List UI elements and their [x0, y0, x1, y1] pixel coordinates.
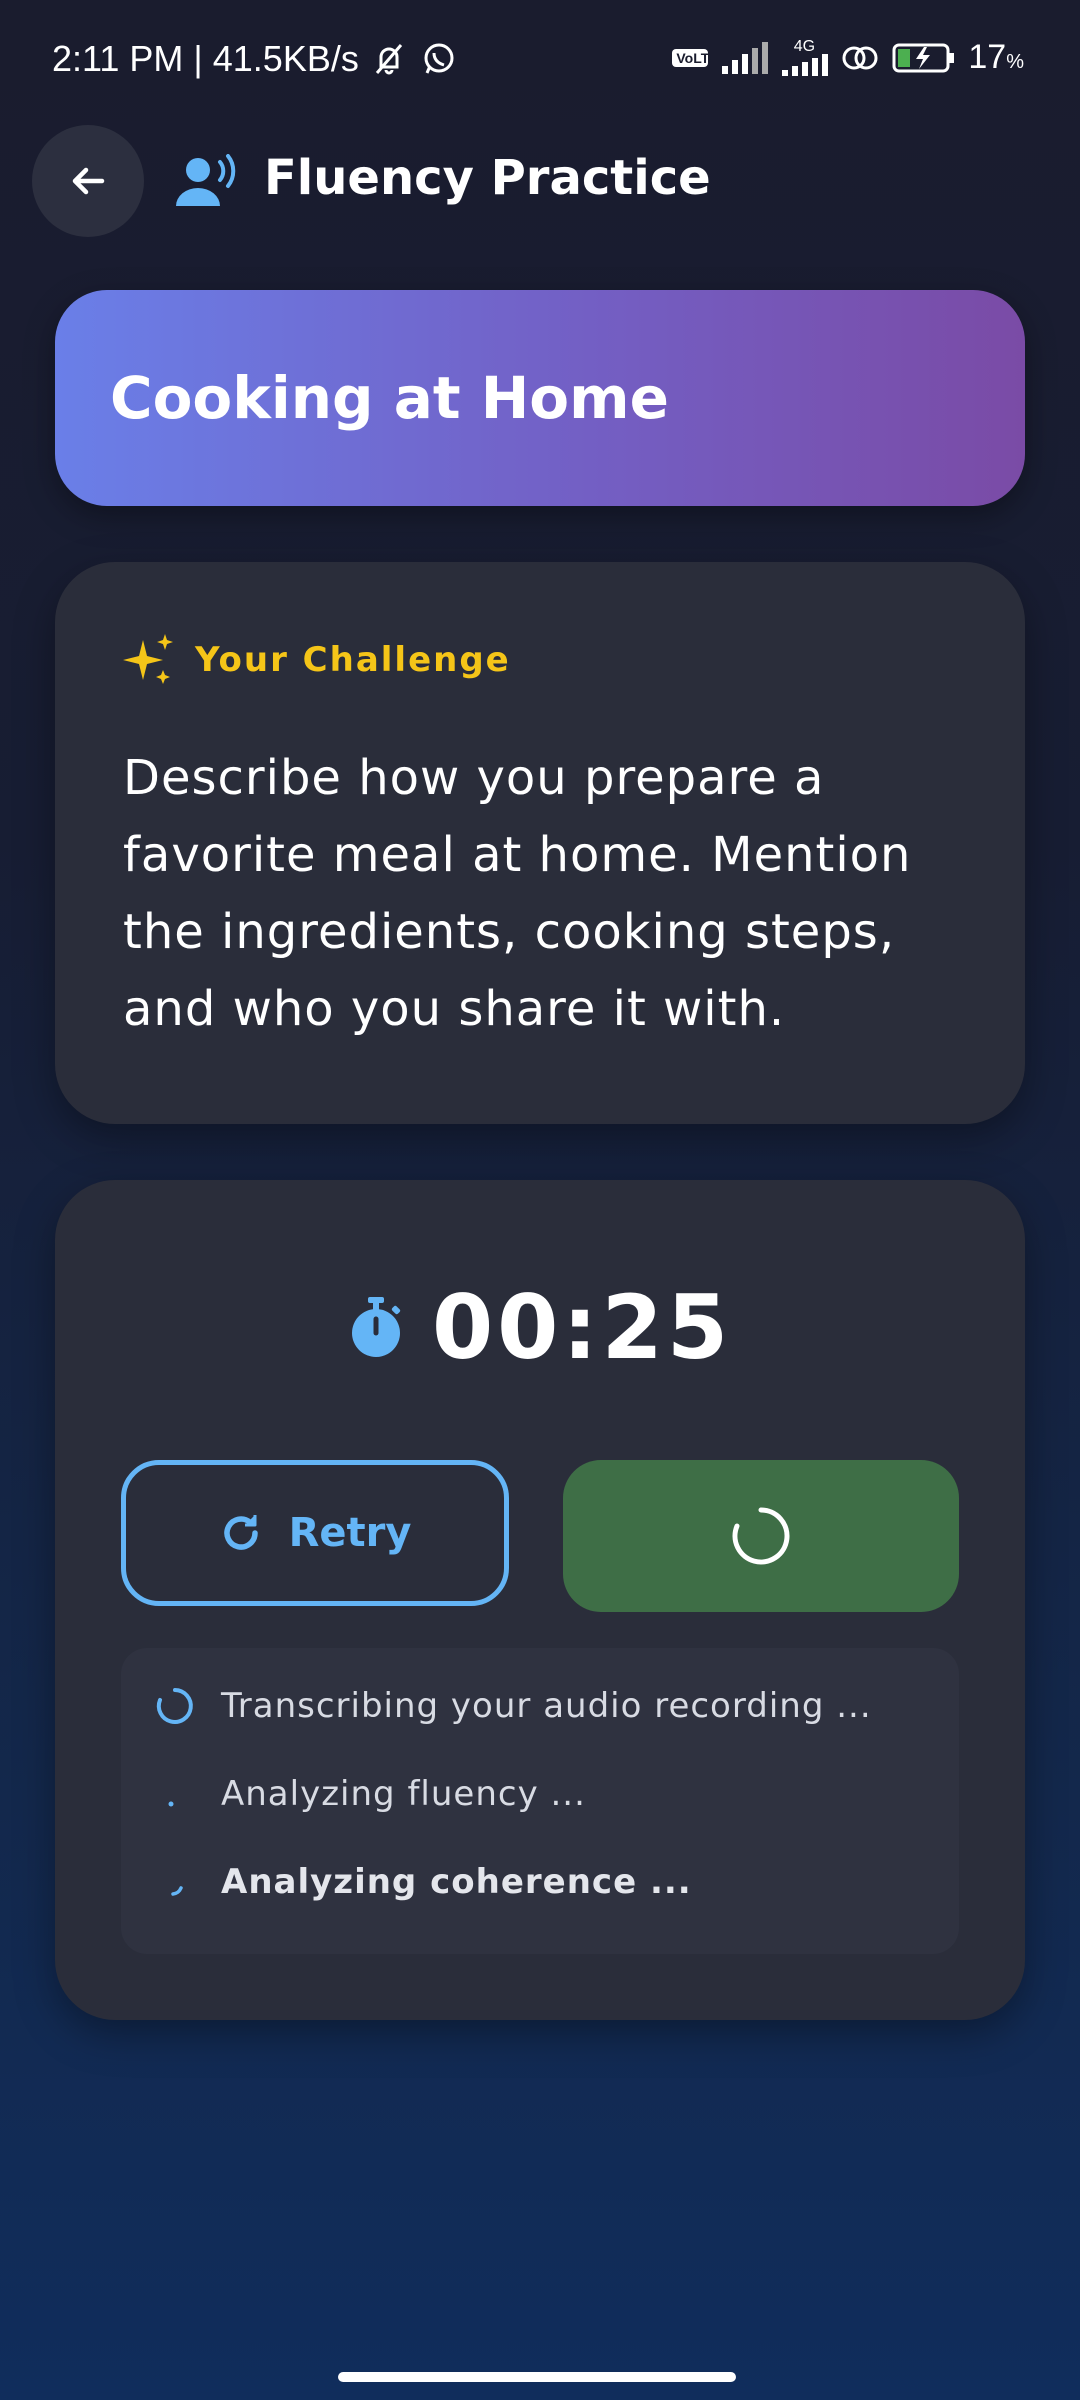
signal-strength-icon-2: [782, 53, 829, 76]
recorder-card: 00:25 Retry Transcribing your audio reco…: [55, 1180, 1025, 2020]
progress-panel: Transcribing your audio recording ... An…: [121, 1648, 959, 1954]
progress-row-coherence: Analyzing coherence ...: [155, 1862, 692, 1902]
status-right: VoLTE 4G 17%: [672, 38, 1024, 77]
challenge-prompt: Describe how you prepare a favorite meal…: [123, 750, 912, 1037]
timer: 00:25: [55, 1276, 1025, 1379]
loading-spinner-icon: [732, 1507, 790, 1565]
arrow-left-icon: [72, 167, 105, 195]
stopwatch-icon: [351, 1296, 401, 1357]
network-type: 4G: [780, 37, 829, 76]
refresh-icon: [223, 1515, 258, 1550]
retry-button[interactable]: Retry: [121, 1460, 509, 1606]
status-bar: 2:11 PM | 41.5KB/s VoLTE 4G 17%: [0, 0, 1080, 120]
challenge-label: Your Challenge: [123, 634, 511, 686]
timer-value: 00:25: [431, 1276, 733, 1379]
loading-spinner-small-icon: [171, 1886, 183, 1896]
back-button[interactable]: [32, 125, 144, 237]
battery-charging-icon: [892, 43, 955, 72]
retry-label: Retry: [288, 1510, 412, 1556]
speaking-person-icon: [176, 154, 236, 206]
status-time: 2:11 PM: [52, 38, 184, 79]
network-type-label: 4G: [793, 37, 816, 55]
page-title: Fluency Practice: [264, 150, 711, 206]
topic-title: Cooking at Home: [110, 364, 669, 432]
progress-text-transcribing: Transcribing your audio recording ...: [221, 1686, 872, 1726]
battery-unit: %: [1006, 51, 1024, 73]
progress-text-coherence: Analyzing coherence ...: [221, 1862, 692, 1902]
progress-row-fluency: Analyzing fluency ...: [155, 1774, 586, 1814]
challenge-label-text: Your Challenge: [195, 640, 511, 680]
status-separator: |: [193, 38, 203, 79]
battery-value: 17: [968, 38, 1007, 76]
muted-bell-icon: [375, 44, 402, 75]
submit-button[interactable]: [563, 1460, 959, 1612]
volte-badge: VoLTE: [672, 48, 719, 67]
status-network-speed: 41.5KB/s: [212, 38, 359, 79]
hotspot-link-icon: [842, 46, 878, 69]
sparkles-icon: [123, 634, 173, 684]
signal-strength-icon: [722, 41, 769, 74]
whatsapp-icon: [424, 43, 454, 74]
topic-banner: Cooking at Home: [55, 290, 1025, 506]
home-indicator[interactable]: [338, 2372, 736, 2382]
loading-dot-icon: [168, 1801, 174, 1807]
challenge-card: Your Challenge Describe how you prepare …: [55, 562, 1025, 1124]
loading-spinner-icon: [156, 1688, 193, 1724]
progress-row-transcribing: Transcribing your audio recording ...: [155, 1686, 872, 1726]
status-left: 2:11 PM | 41.5KB/s: [52, 38, 459, 80]
progress-text-fluency: Analyzing fluency ...: [221, 1774, 586, 1814]
battery-percentage: 17%: [968, 38, 1024, 77]
